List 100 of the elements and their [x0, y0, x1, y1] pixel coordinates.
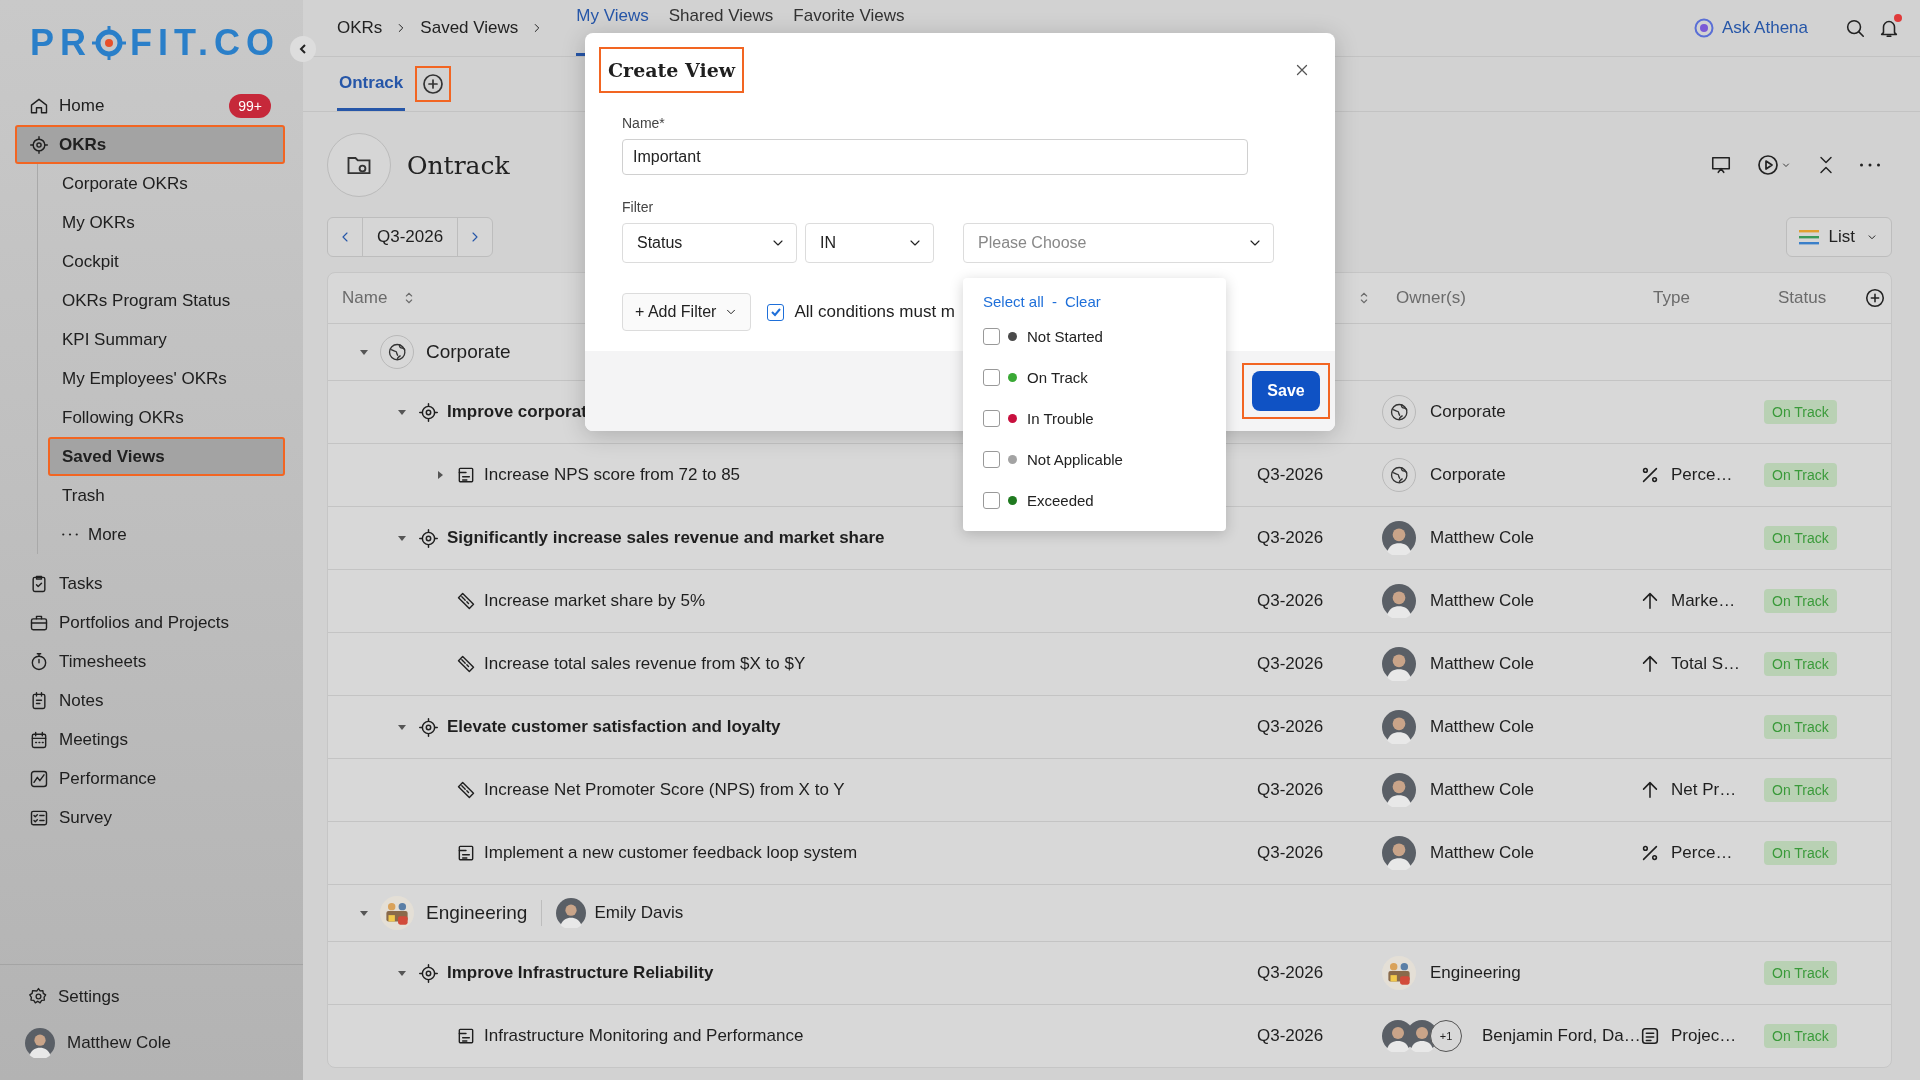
- nav-subitem[interactable]: Trash: [48, 476, 285, 515]
- status-badge: On Track: [1764, 400, 1837, 424]
- checkbox[interactable]: [767, 303, 785, 321]
- period-label: Q3-2026: [362, 218, 459, 256]
- nav-subitem[interactable]: Saved Views: [48, 437, 285, 476]
- add-tab-button[interactable]: [415, 66, 452, 102]
- owner-name: Matthew Cole: [1430, 654, 1534, 674]
- column-header[interactable]: Status: [1778, 288, 1827, 308]
- separator-text: -: [1051, 292, 1057, 310]
- lead-name: Emily Davis: [594, 903, 684, 923]
- checkbox[interactable]: [983, 369, 1000, 386]
- nav-item[interactable]: Survey: [15, 798, 285, 837]
- status-badge: On Track: [1764, 961, 1837, 985]
- plus-circle-icon: [1864, 287, 1886, 309]
- clear-link[interactable]: Clear: [1064, 292, 1101, 310]
- nav-item[interactable]: Portfolios and Projects: [15, 603, 285, 642]
- nav-subitem[interactable]: Cockpit: [48, 242, 285, 281]
- nav-item[interactable]: Settings: [15, 977, 285, 1016]
- nav-item[interactable]: Timesheets: [15, 642, 285, 681]
- select-all-link[interactable]: Select all: [983, 292, 1044, 310]
- view-title: Ontrack: [407, 150, 510, 180]
- notifications-button[interactable]: [1878, 17, 1900, 39]
- group-name[interactable]: Engineering: [426, 902, 528, 924]
- checkbox[interactable]: [983, 451, 1000, 468]
- option-label[interactable]: Not Started: [1027, 328, 1103, 345]
- item-name[interactable]: Increase NPS score from 72 to 85: [484, 465, 741, 485]
- nav-item[interactable]: OKRs: [15, 125, 285, 164]
- nav-subitem[interactable]: More: [48, 515, 285, 554]
- status-badge: On Track: [1764, 526, 1837, 550]
- nav-subitem[interactable]: Corporate OKRs: [48, 164, 285, 203]
- settings-icon: [29, 987, 48, 1006]
- period-cell: Q3-2026: [1257, 717, 1324, 736]
- column-header[interactable]: Owner(s): [1396, 288, 1466, 308]
- checkbox[interactable]: [983, 328, 1000, 345]
- option-label[interactable]: Not Applicable: [1027, 451, 1123, 468]
- nav-item[interactable]: Home 99+: [15, 86, 285, 125]
- page-tab[interactable]: Ontrack: [337, 57, 406, 111]
- item-name[interactable]: Elevate customer satisfaction and loyalty: [447, 717, 781, 737]
- column-header[interactable]: Type: [1653, 288, 1690, 308]
- view-mode-dropdown[interactable]: List: [1785, 217, 1892, 257]
- target-icon: [418, 716, 439, 738]
- status-badge: On Track: [1764, 778, 1837, 802]
- list-icon: [456, 1026, 476, 1046]
- collapse-button[interactable]: [290, 36, 316, 62]
- count-badge: 99+: [229, 93, 271, 118]
- item-name[interactable]: Improve corporat: [447, 402, 587, 422]
- item-name[interactable]: Increase market share by 5%: [484, 591, 706, 611]
- list-icon: [456, 465, 476, 485]
- checkbox[interactable]: [983, 410, 1000, 427]
- filter-dropdown[interactable]: Please Choose: [963, 223, 1274, 263]
- item-name[interactable]: Increase total sales revenue from $X to $Y: [484, 654, 806, 674]
- checkbox[interactable]: [983, 492, 1000, 509]
- nav-subitem[interactable]: KPI Summary: [48, 320, 285, 359]
- nav-item[interactable]: Performance: [15, 759, 285, 798]
- type-label: Total S…: [1671, 654, 1740, 674]
- nav-item[interactable]: Tasks: [15, 564, 285, 603]
- period-cell: Q3-2026: [1257, 780, 1324, 799]
- period-cell: Q3-2026: [1257, 591, 1324, 610]
- status-badge: On Track: [1764, 1024, 1837, 1048]
- item-name[interactable]: Infrastructure Monitoring and Performance: [484, 1026, 804, 1046]
- nav-subitem[interactable]: OKRs Program Status: [48, 281, 285, 320]
- save-button[interactable]: Save: [1252, 371, 1320, 411]
- name-input[interactable]: Important: [622, 139, 1248, 175]
- column-header[interactable]: Name: [342, 288, 388, 308]
- owner-name: Benjamin Ford, Da…: [1482, 1026, 1641, 1046]
- more-icon: [1860, 163, 1880, 167]
- view-tab[interactable]: Favorite Views: [793, 0, 905, 56]
- play-button[interactable]: [1756, 153, 1792, 177]
- nav-subitem[interactable]: My Employees' OKRs: [48, 359, 285, 398]
- filter-dropdown[interactable]: Status: [622, 223, 797, 263]
- breadcrumb-link[interactable]: Saved Views: [420, 18, 519, 38]
- add-column-button[interactable]: [1864, 287, 1886, 309]
- avatar: [1382, 584, 1416, 618]
- avatar: [25, 1028, 55, 1058]
- more-button[interactable]: [1860, 163, 1880, 167]
- type-label: Perce…: [1671, 843, 1733, 863]
- search-button[interactable]: [1844, 17, 1866, 39]
- chevron-left-icon: [297, 43, 309, 55]
- checkbox-label: All conditions must m: [794, 302, 955, 322]
- option-label[interactable]: On Track: [1027, 369, 1088, 386]
- nav-subitem[interactable]: Following OKRs: [48, 398, 285, 437]
- nav-item[interactable]: Notes: [15, 681, 285, 720]
- group-name[interactable]: Corporate: [426, 341, 511, 363]
- list-icon: [456, 843, 476, 863]
- nav-item[interactable]: Meetings: [15, 720, 285, 759]
- option-label[interactable]: Exceeded: [1027, 492, 1094, 509]
- avatar: [1382, 773, 1416, 807]
- item-name[interactable]: Significantly increase sales revenue and market share: [447, 528, 885, 548]
- nav-subitem[interactable]: My OKRs: [48, 203, 285, 242]
- item-name[interactable]: Increase Net Promoter Score (NPS) from X to Y: [484, 780, 845, 800]
- item-name[interactable]: Improve Infrastructure Reliability: [447, 963, 714, 983]
- user-name[interactable]: Matthew Cole: [67, 1033, 171, 1053]
- add-filter-button[interactable]: + Add Filter: [622, 293, 752, 331]
- present-button[interactable]: [1710, 154, 1732, 176]
- option-label[interactable]: In Trouble: [1027, 410, 1094, 427]
- team-avatar: [380, 896, 414, 930]
- assistant-button[interactable]: Ask Athena: [1688, 17, 1814, 39]
- breadcrumb-link[interactable]: OKRs: [337, 18, 383, 38]
- filter-dropdown[interactable]: IN: [805, 223, 934, 263]
- item-name[interactable]: Implement a new customer feedback loop system: [484, 843, 858, 863]
